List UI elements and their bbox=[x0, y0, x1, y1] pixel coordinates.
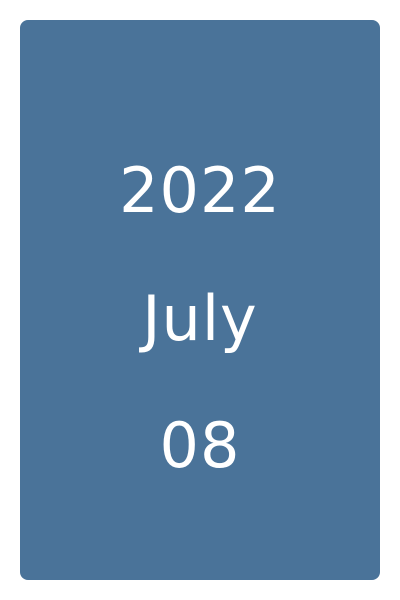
year-label: 2022 bbox=[119, 154, 281, 227]
month-label: July bbox=[142, 282, 258, 355]
date-card: 2022 July 08 bbox=[20, 20, 380, 580]
day-label: 08 bbox=[159, 409, 241, 482]
